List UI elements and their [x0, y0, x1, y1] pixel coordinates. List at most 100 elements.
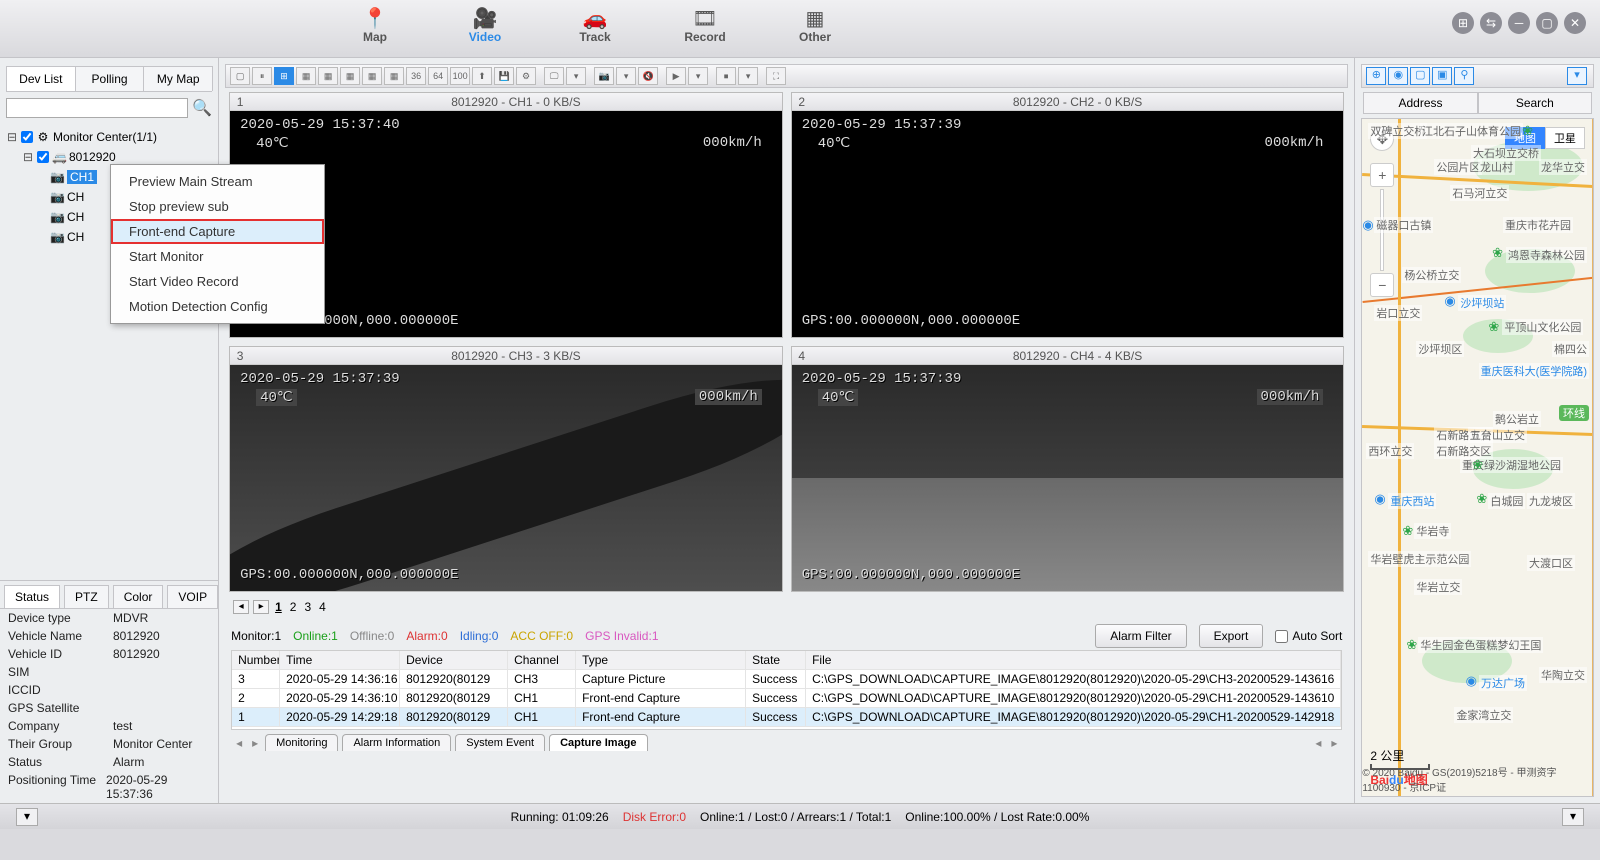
- tab-status[interactable]: Status: [4, 585, 60, 608]
- tree-ch1[interactable]: CH1: [67, 170, 97, 184]
- tree-device[interactable]: 8012920: [69, 150, 116, 164]
- page-1[interactable]: 1: [275, 600, 282, 614]
- nav-video[interactable]: 🎥Video: [430, 0, 540, 44]
- tab-monitoring[interactable]: Monitoring: [265, 734, 338, 751]
- log-row[interactable]: 1 2020-05-29 14:29:18 8012920(80129 CH1 …: [232, 708, 1341, 727]
- layout-1-button[interactable]: ▢: [230, 67, 250, 85]
- grid-button[interactable]: ⊞: [1452, 12, 1474, 34]
- tree-checkbox[interactable]: [37, 151, 49, 163]
- device-search-input[interactable]: [6, 98, 188, 118]
- upload-button[interactable]: ⬆: [472, 67, 492, 85]
- ctx-start-monitor[interactable]: Start Monitor: [111, 244, 324, 269]
- footer-toggle-left[interactable]: ▾: [16, 808, 38, 826]
- page-prev[interactable]: ◂: [233, 600, 249, 614]
- tab-system-event[interactable]: System Event: [455, 734, 545, 751]
- page-3[interactable]: 3: [304, 600, 311, 614]
- map-expand[interactable]: ▾: [1567, 67, 1587, 85]
- tab-color[interactable]: Color: [113, 585, 164, 608]
- log-row[interactable]: 3 2020-05-29 14:36:16 8012920(80129 CH3 …: [232, 670, 1341, 689]
- layout-100-button[interactable]: 100: [450, 67, 470, 85]
- nav-other[interactable]: ▦Other: [760, 0, 870, 44]
- export-button[interactable]: Export: [1199, 624, 1264, 648]
- mute-button[interactable]: 🔇: [638, 67, 658, 85]
- col-type[interactable]: Type: [576, 651, 746, 669]
- col-device[interactable]: Device: [400, 651, 508, 669]
- nav-track[interactable]: 🚗Track: [540, 0, 650, 44]
- map-tool-5[interactable]: ⚲: [1454, 67, 1474, 85]
- page-2[interactable]: 2: [290, 600, 297, 614]
- dropdown-icon[interactable]: ▾: [616, 67, 636, 85]
- ctx-stop-sub[interactable]: Stop preview sub: [111, 194, 324, 219]
- video-cell-3[interactable]: 38012920 - CH3 - 3 KB/S 2020-05-29 15:37…: [229, 346, 783, 592]
- map-canvas[interactable]: ✥ + − 地图 卫星 双碑立交桥 江北石子山体育公园❀ 大石坝立交桥 公园片区…: [1361, 118, 1594, 797]
- col-state[interactable]: State: [746, 651, 806, 669]
- col-number[interactable]: Number: [232, 651, 280, 669]
- layout-6-button[interactable]: ▦: [296, 67, 316, 85]
- tab-voip[interactable]: VOIP: [167, 585, 218, 608]
- search-icon[interactable]: 🔍: [192, 98, 212, 118]
- tab-ptz[interactable]: PTZ: [64, 585, 109, 608]
- tabs-scroll-prev[interactable]: ◂: [1310, 736, 1326, 750]
- map-tool-3[interactable]: ▢: [1410, 67, 1430, 85]
- dropdown-icon[interactable]: ▾: [738, 67, 758, 85]
- map-type-satellite[interactable]: 卫星: [1545, 127, 1585, 149]
- ctx-preview-main[interactable]: Preview Main Stream: [111, 169, 324, 194]
- dropdown-icon[interactable]: ▾: [566, 67, 586, 85]
- col-time[interactable]: Time: [280, 651, 400, 669]
- col-channel[interactable]: Channel: [508, 651, 576, 669]
- ctx-motion[interactable]: Motion Detection Config: [111, 294, 324, 319]
- map-tool-1[interactable]: ⊕: [1366, 67, 1386, 85]
- close-button[interactable]: ✕: [1564, 12, 1586, 34]
- map-tool-2[interactable]: ◉: [1388, 67, 1408, 85]
- tab-alarm-info[interactable]: Alarm Information: [342, 734, 451, 751]
- map-zoom-out[interactable]: −: [1370, 273, 1394, 297]
- map-zoom-in[interactable]: +: [1370, 163, 1394, 187]
- maximize-button[interactable]: ▢: [1536, 12, 1558, 34]
- page-4[interactable]: 4: [319, 600, 326, 614]
- monitor-button[interactable]: 🖵: [544, 67, 564, 85]
- layout-16-button[interactable]: ▦: [362, 67, 382, 85]
- layout-64-button[interactable]: 64: [428, 67, 448, 85]
- play-button[interactable]: ▶: [666, 67, 686, 85]
- log-row[interactable]: 2 2020-05-29 14:36:10 8012920(80129 CH1 …: [232, 689, 1341, 708]
- ctx-front-capture[interactable]: Front-end Capture: [111, 219, 324, 244]
- stop-button[interactable]: ⏹: [716, 67, 736, 85]
- save-layout-button[interactable]: 💾: [494, 67, 514, 85]
- map-tab-search[interactable]: Search: [1478, 92, 1592, 114]
- settings-button[interactable]: ⚙: [516, 67, 536, 85]
- nav-record[interactable]: 🎞Record: [650, 0, 760, 44]
- fullscreen-button[interactable]: ⛶: [766, 67, 786, 85]
- tabs-next[interactable]: ▸: [247, 736, 263, 750]
- map-tab-address[interactable]: Address: [1363, 92, 1477, 114]
- layout-9-button[interactable]: ▦: [340, 67, 360, 85]
- nav-map[interactable]: 📍Map: [320, 0, 430, 44]
- dropdown-icon[interactable]: ▾: [688, 67, 708, 85]
- tree-ch3[interactable]: CH: [67, 210, 84, 224]
- footer-toggle-right[interactable]: ▾: [1562, 808, 1584, 826]
- col-file[interactable]: File: [806, 651, 1341, 669]
- tree-checkbox[interactable]: [21, 131, 33, 143]
- tabs-prev[interactable]: ◂: [231, 736, 247, 750]
- tab-polling[interactable]: Polling: [75, 66, 145, 91]
- collapse-icon[interactable]: ⊟: [22, 150, 34, 164]
- video-cell-4[interactable]: 48012920 - CH4 - 4 KB/S 2020-05-29 15:37…: [791, 346, 1345, 592]
- snapshot-button[interactable]: 📷: [594, 67, 614, 85]
- alarm-filter-button[interactable]: Alarm Filter: [1095, 624, 1186, 648]
- tree-root[interactable]: Monitor Center(1/1): [53, 130, 157, 144]
- page-next[interactable]: ▸: [253, 600, 269, 614]
- auto-sort-checkbox[interactable]: Auto Sort: [1275, 629, 1342, 643]
- sync-button[interactable]: ⇆: [1480, 12, 1502, 34]
- layout-25-button[interactable]: ▦: [384, 67, 404, 85]
- layout-36-button[interactable]: 36: [406, 67, 426, 85]
- pause-button[interactable]: ⏸: [252, 67, 272, 85]
- tree-ch4[interactable]: CH: [67, 230, 84, 244]
- video-cell-2[interactable]: 28012920 - CH2 - 0 KB/S 2020-05-29 15:37…: [791, 92, 1345, 338]
- layout-4-button[interactable]: ⊞: [274, 67, 294, 85]
- tab-capture-image[interactable]: Capture Image: [549, 734, 647, 751]
- map-tool-4[interactable]: ▣: [1432, 67, 1452, 85]
- tabs-scroll-next[interactable]: ▸: [1326, 736, 1342, 750]
- layout-8-button[interactable]: ▦: [318, 67, 338, 85]
- minimize-button[interactable]: ─: [1508, 12, 1530, 34]
- collapse-icon[interactable]: ⊟: [6, 130, 18, 144]
- tab-mymap[interactable]: My Map: [143, 66, 213, 91]
